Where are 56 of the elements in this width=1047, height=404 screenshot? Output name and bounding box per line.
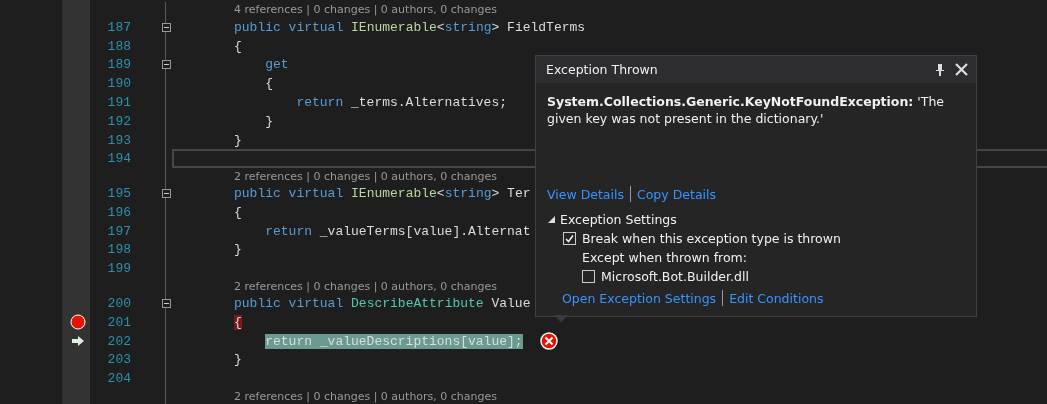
code-line: } [234,242,242,258]
line-number: 198 [106,242,131,258]
code-line: { [234,204,242,220]
checkbox[interactable] [563,232,576,245]
section-title: Exception Settings [560,212,677,227]
expander-icon[interactable] [547,215,556,224]
popup-title: Exception Thrown [546,62,659,77]
line-number: 203 [106,352,131,368]
collapse-icon[interactable] [161,299,171,308]
line-number: 200 [106,296,131,311]
code-line: } [234,352,242,368]
line-number: 188 [106,38,131,54]
line-number: 192 [106,113,131,129]
line-number: 187 [106,19,131,35]
collapse-icon[interactable] [161,22,171,32]
exception-message: System.Collections.Generic.KeyNotFoundException: 'The given key was not present in the dictionary.' [547,93,946,127]
line-number: 199 [106,261,131,277]
checkbox-label[interactable]: Break when this exception type is thrown [582,231,841,246]
line-number: 204 [106,371,131,387]
code-line: { [265,76,273,92]
line-number: 190 [106,76,131,92]
line-number: 189 [106,57,131,73]
code-lens-info[interactable]: 2 references | 0 changes | 0 authors, 0 changes [234,169,498,183]
line-number: 201 [106,314,131,330]
code-line: } [234,132,242,148]
breakpoint-icon[interactable] [70,314,86,331]
settings-link[interactable]: Open Exception Settings [562,290,717,306]
details-link[interactable]: View Details [547,186,624,202]
line-number: 195 [106,186,131,202]
pin-icon[interactable] [935,62,945,77]
line-number: 202 [106,333,131,349]
code-lens-info[interactable]: 2 references | 0 changes | 0 authors, 0 changes [234,279,498,293]
collapse-icon[interactable] [161,189,171,199]
code-line: return _valueTerms[value].Alternat [265,223,531,239]
line-number: 193 [106,132,131,148]
checkbox[interactable] [582,270,595,283]
code-line: get [265,57,289,73]
line-number: 196 [106,204,131,220]
code-line: public virtual IEnumerable<string> FieldTerms [234,19,586,35]
checkbox-label[interactable]: Microsoft.Bot.Builder.dll [601,269,749,284]
code-line: return _terms.Alternatives; [296,95,508,110]
close-icon[interactable] [955,63,968,76]
code-line: public virtual IEnumerable<string> Ter [234,186,531,202]
error-icon[interactable] [539,332,558,351]
code-line: public virtual DescribeAttribute Value [234,296,531,311]
code-line: { [234,38,242,54]
line-number: 191 [106,95,131,110]
line-number: 194 [106,151,131,167]
code-line: } [265,113,273,129]
code-lens-info[interactable]: 2 references | 0 changes | 0 authors, 0 changes [234,389,498,403]
settings-link[interactable]: Edit Conditions [729,290,824,306]
except-label: Except when thrown from: [582,250,748,265]
code-lens-info[interactable]: 4 references | 0 changes | 0 authors, 0 changes [234,3,498,17]
collapse-icon[interactable] [161,60,171,70]
details-link[interactable]: Copy Details [637,186,716,202]
line-number: 197 [106,223,131,239]
